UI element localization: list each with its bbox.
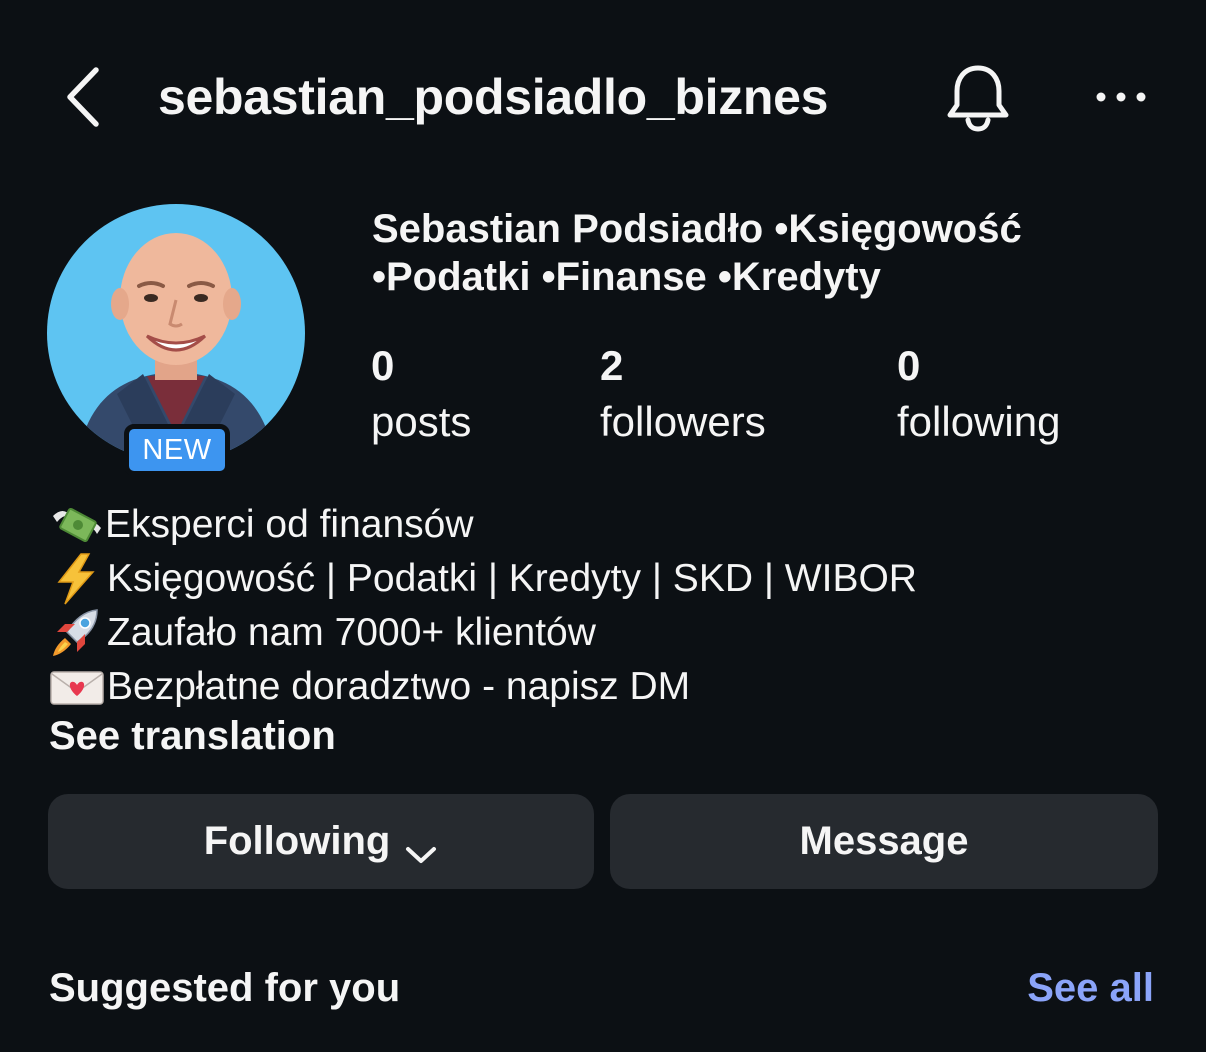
back-button[interactable] <box>56 62 112 132</box>
followers-count: 2 <box>600 342 624 389</box>
full-name-line: Sebastian Podsiadło •Księgowość <box>372 207 1022 251</box>
following-label: following <box>897 398 1061 445</box>
full-name-line: •Podatki •Finanse •Kredyty <box>372 255 881 299</box>
bio-line: Bezpłatne doradztwo - napisz DM <box>49 660 1159 714</box>
notifications-button[interactable] <box>940 60 1016 136</box>
stat-following[interactable]: 0 following <box>897 340 1060 448</box>
love-letter-icon <box>49 660 107 714</box>
chevron-left-icon <box>67 67 99 127</box>
bio-text: Księgowość | Podatki | Kredyty | SKD | W… <box>107 557 917 600</box>
bio-line: Eksperci od finansów <box>49 498 1159 552</box>
following-button[interactable]: Following <box>48 794 594 889</box>
profile-bio: Eksperci od finansów Księgowość | Podatk… <box>49 498 1159 714</box>
new-badge: NEW <box>124 424 230 476</box>
bio-line: Księgowość | Podatki | Kredyty | SKD | W… <box>49 552 1159 606</box>
following-count: 0 <box>897 342 921 389</box>
message-button-label: Message <box>799 819 969 863</box>
bio-text: Eksperci od finansów <box>105 503 474 546</box>
bell-icon <box>947 65 1009 132</box>
profile-header: sebastian_podsiadlo_biznes <box>0 0 1206 195</box>
posts-label: posts <box>371 398 472 445</box>
posts-count: 0 <box>371 342 395 389</box>
rocket-icon <box>49 606 107 660</box>
more-options-button[interactable] <box>1092 80 1152 114</box>
profile-username: sebastian_podsiadlo_biznes <box>158 69 829 125</box>
money-with-wings-icon <box>49 498 105 552</box>
followers-label: followers <box>600 398 766 445</box>
stat-posts[interactable]: 0 posts <box>371 340 471 448</box>
stat-followers[interactable]: 2 followers <box>600 340 766 448</box>
bio-line: Zaufało nam 7000+ klientów <box>49 606 1159 660</box>
see-all-link[interactable]: See all <box>1027 966 1154 1011</box>
suggested-for-you-title: Suggested for you <box>49 966 401 1010</box>
lightning-icon <box>49 552 107 606</box>
profile-full-name: Sebastian Podsiadło •Księgowość •Podatki… <box>372 205 1162 301</box>
following-button-label: Following <box>203 819 391 863</box>
more-horizontal-icon <box>1096 92 1146 102</box>
chevron-down-icon <box>404 831 438 863</box>
bio-text: Bezpłatne doradztwo - napisz DM <box>107 665 691 708</box>
bio-text: Zaufało nam 7000+ klientów <box>107 611 596 654</box>
message-button[interactable]: Message <box>610 794 1158 889</box>
see-translation-link[interactable]: See translation <box>49 714 336 759</box>
